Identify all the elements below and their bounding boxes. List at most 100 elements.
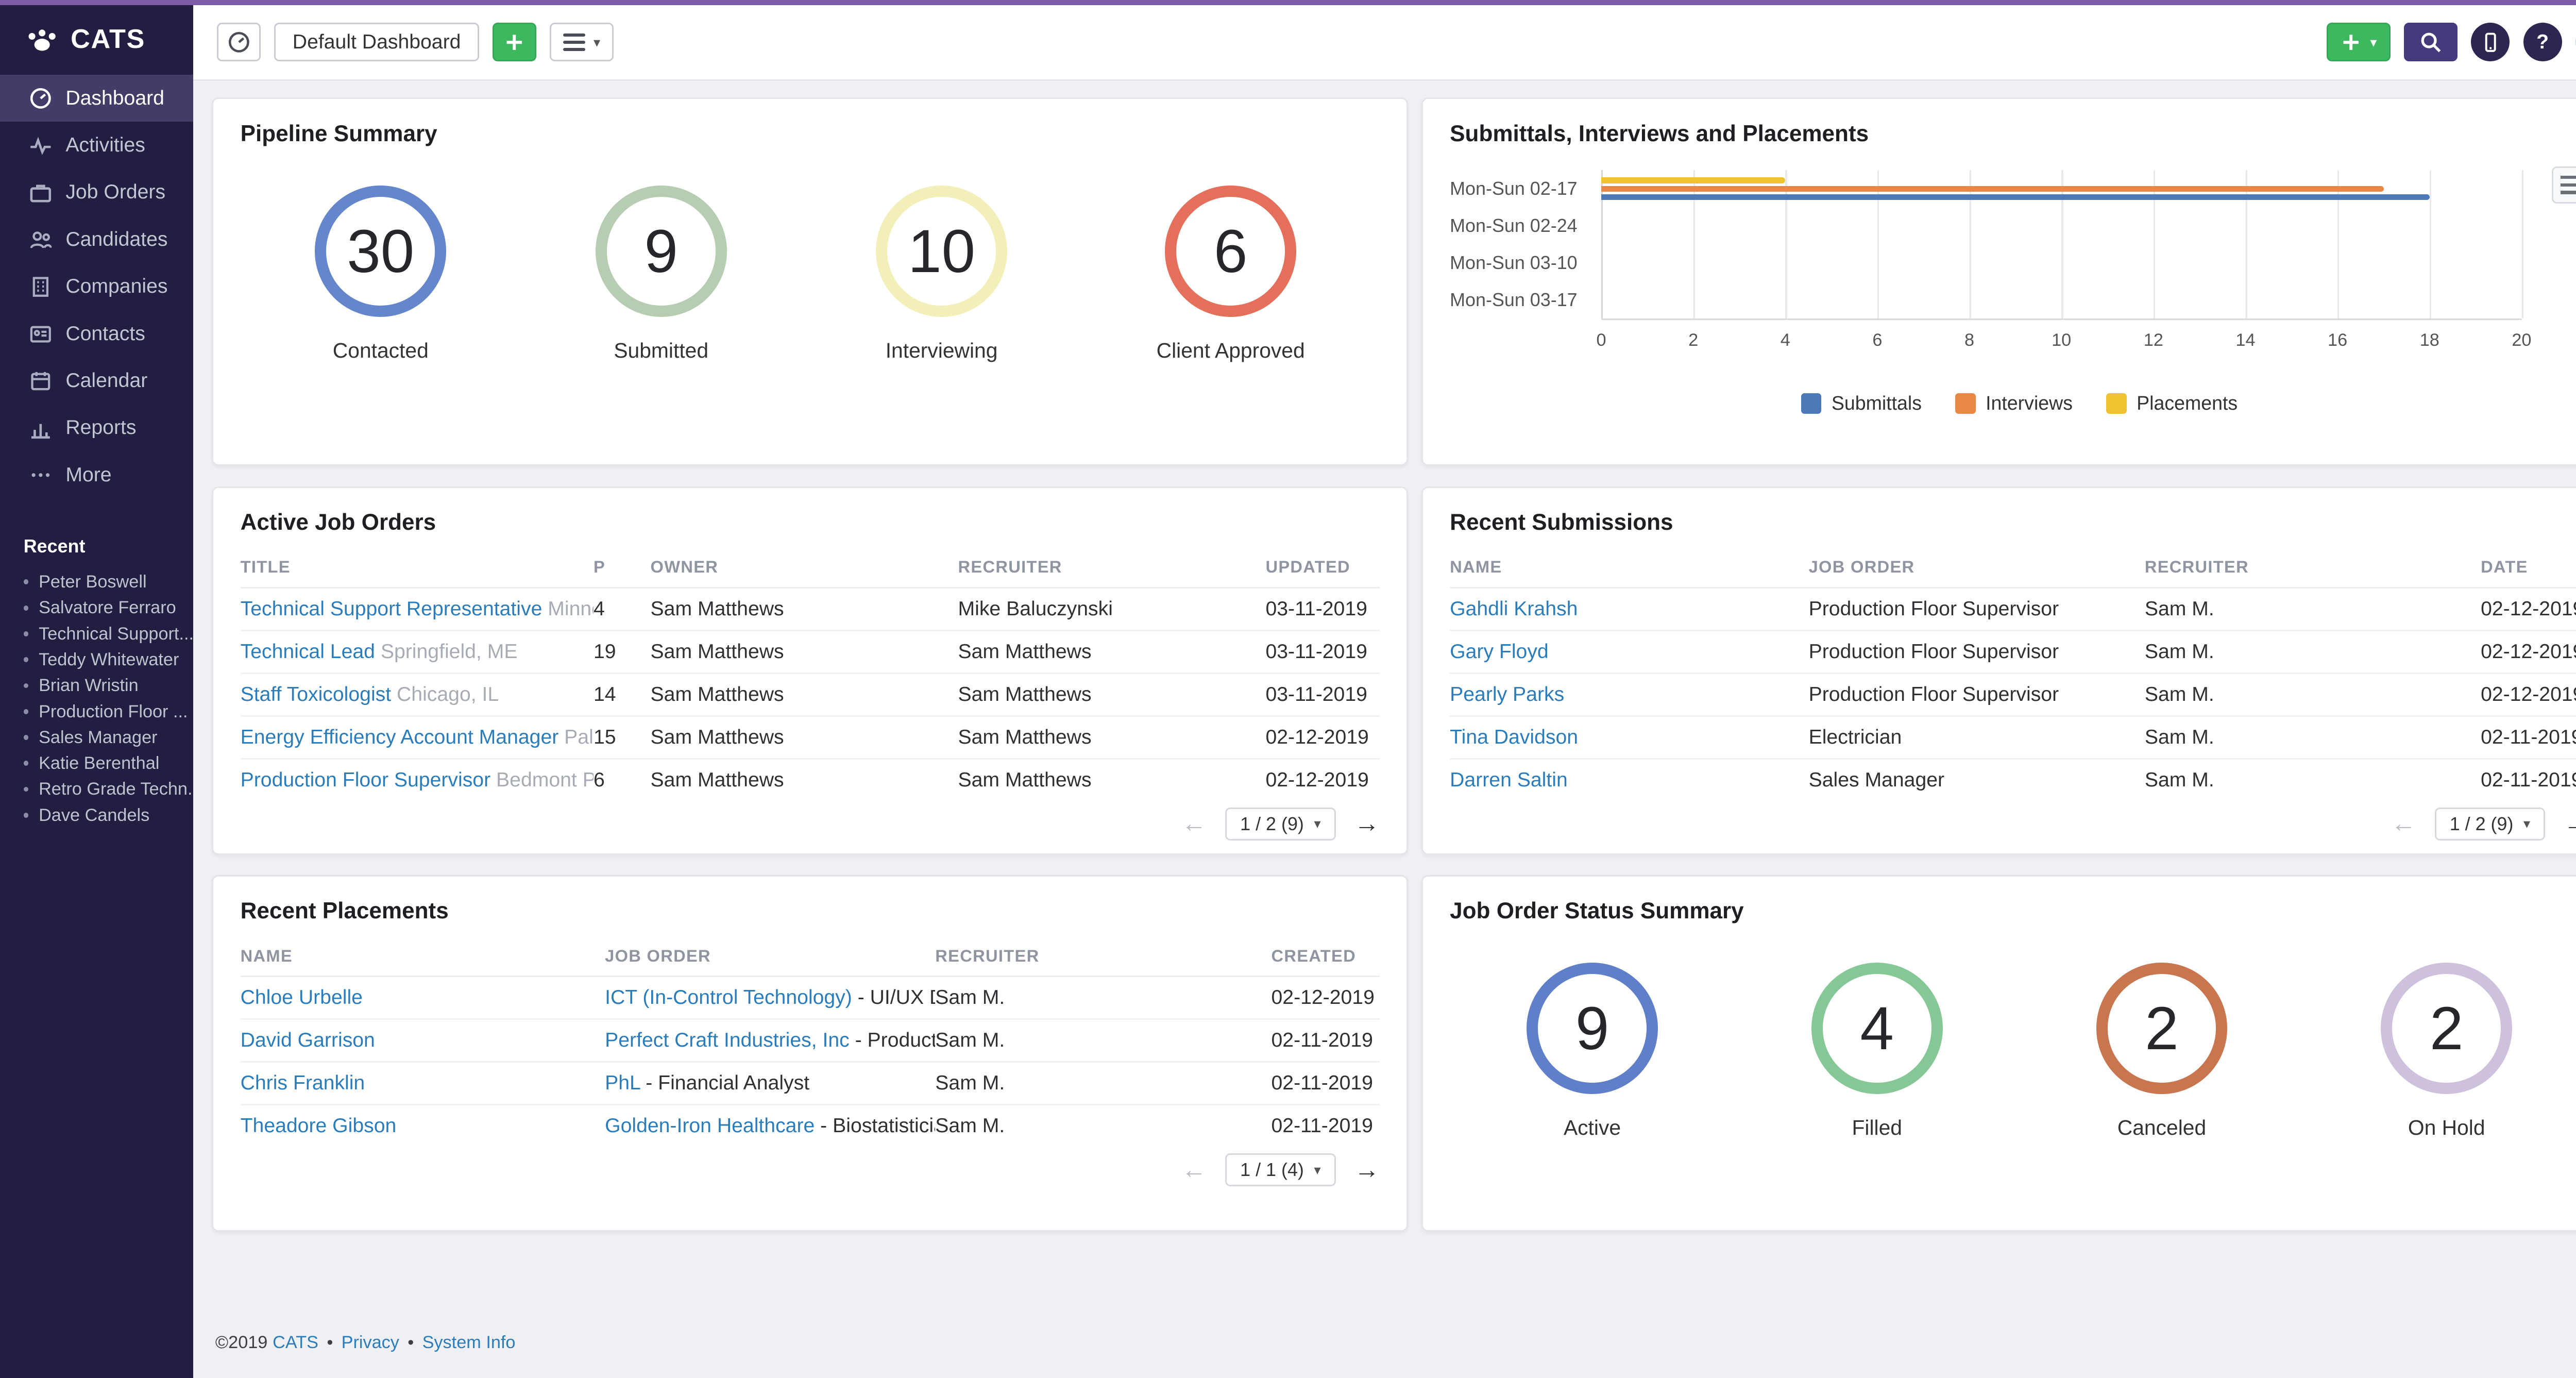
- recent-item[interactable]: Teddy Whitewater: [23, 647, 194, 673]
- job-order-link[interactable]: Energy Efficiency Account Manager: [241, 726, 559, 748]
- add-dashboard-panel-button[interactable]: [493, 23, 537, 62]
- sidebar-item-more[interactable]: More: [0, 451, 193, 498]
- dashboard-gauge-button[interactable]: [217, 23, 261, 62]
- recent-item[interactable]: Brian Wristin: [23, 673, 194, 698]
- submittals-chart-card: Submittals, Interviews and Placements Mo…: [1421, 97, 2576, 466]
- company-link[interactable]: Perfect Craft Industries, Inc: [605, 1029, 850, 1051]
- table-row: Energy Efficiency Account Manager Palo A…: [240, 716, 1380, 760]
- sidebar-item-dashboard[interactable]: Dashboard: [0, 74, 194, 122]
- column-header: OWNER: [650, 547, 958, 589]
- sidebar-item-calendar[interactable]: Calendar: [0, 357, 193, 404]
- job-order-cell: Production Floor Supervisor: [1808, 673, 2145, 717]
- chart-plot: [1601, 170, 2523, 321]
- company-link[interactable]: PhL: [605, 1072, 640, 1094]
- pagination-page-select[interactable]: 1 / 1 (4) ▾: [1225, 1153, 1336, 1187]
- default-dashboard-button[interactable]: Default Dashboard: [274, 23, 480, 62]
- bullet-dot: [23, 812, 29, 818]
- pagination-prev-button[interactable]: ←: [1181, 1157, 1207, 1183]
- job-location: Chicago, IL: [397, 683, 499, 705]
- search-button[interactable]: [2403, 23, 2458, 62]
- created-cell: 02-11-2019: [1271, 1019, 1380, 1063]
- job-order-status-stats: 9 Active 4 Filled 2 Canceled 2 On Hold: [1450, 963, 2576, 1140]
- recent-item[interactable]: Dave Candels: [23, 802, 194, 828]
- legend-swatch: [2106, 393, 2127, 414]
- pagination-next-button[interactable]: →: [2564, 811, 2576, 836]
- stat-ring: 10: [876, 185, 1007, 317]
- candidate-link[interactable]: Tina Davidson: [1450, 726, 1578, 748]
- card-title: Submittals, Interviews and Placements: [1450, 121, 1869, 146]
- sidebar-item-contacts[interactable]: Contacts: [0, 310, 193, 357]
- separator: •: [408, 1332, 414, 1352]
- help-button[interactable]: ?: [2523, 23, 2562, 62]
- candidate-link[interactable]: Gary Floyd: [1450, 641, 1549, 663]
- pagination-next-button[interactable]: →: [1354, 1157, 1380, 1183]
- sidebar-item-companies[interactable]: Companies: [0, 263, 193, 310]
- job-order-link[interactable]: Technical Lead: [241, 641, 375, 663]
- quick-add-button[interactable]: ▾: [2326, 23, 2391, 62]
- sidebar: CATS Dashboard Activities Job Orders Can…: [0, 5, 194, 1378]
- candidate-link[interactable]: Chloe Urbelle: [241, 986, 363, 1009]
- pagination-prev-button[interactable]: ←: [1181, 811, 1207, 836]
- pagination-next-button[interactable]: →: [1354, 811, 1380, 836]
- app-logo[interactable]: CATS: [0, 5, 193, 75]
- legend-item-submittals[interactable]: Submittals: [1801, 392, 1922, 414]
- recent-item[interactable]: Sales Manager: [23, 725, 194, 750]
- recent-item[interactable]: Katie Berenthal: [23, 750, 194, 776]
- pagination-page-select[interactable]: 1 / 2 (9) ▾: [1225, 807, 1336, 841]
- pagination-page-select[interactable]: 1 / 2 (9) ▾: [2434, 807, 2546, 841]
- recent-item[interactable]: Production Floor ...: [23, 699, 194, 725]
- dashboard-options-button[interactable]: ▾: [550, 23, 614, 62]
- card-title: Recent Submissions: [1450, 509, 1673, 535]
- recent-item[interactable]: Salvatore Ferraro: [23, 595, 194, 620]
- stat-ring: 9: [1527, 963, 1658, 1094]
- pagination-prev-button[interactable]: ←: [2391, 811, 2416, 836]
- job-order-link[interactable]: Staff Toxicologist: [241, 683, 392, 705]
- stat-canceled: 2 Canceled: [2096, 963, 2228, 1140]
- candidate-link[interactable]: Chris Franklin: [241, 1072, 365, 1094]
- candidate-link[interactable]: Gahdli Krahsh: [1450, 598, 1578, 620]
- pagination-label: 1 / 2 (9): [2449, 813, 2514, 834]
- legend-item-interviews[interactable]: Interviews: [1955, 392, 2073, 414]
- recent-item[interactable]: Technical Support...: [23, 621, 193, 647]
- pagination-label: 1 / 2 (9): [1240, 813, 1304, 834]
- owner-cell: Sam Matthews: [650, 716, 958, 760]
- phone-button[interactable]: [2471, 23, 2510, 62]
- sidebar-item-candidates[interactable]: Candidates: [0, 216, 193, 263]
- date-cell: 02-12-2019: [2481, 587, 2576, 631]
- footer-link-cats[interactable]: CATS: [273, 1333, 318, 1352]
- app-logo-text: CATS: [71, 24, 145, 54]
- table-row: Technical Support Representative Minneap…: [240, 587, 1380, 631]
- chart-x-axis: 0 2 4 6 8 10 12 14 16 18 20: [1596, 330, 2532, 350]
- dashboard-grid: Pipeline Summary 30 Contacted 9 Submitte…: [212, 97, 2576, 1232]
- recent-item[interactable]: Peter Boswell: [23, 569, 194, 595]
- job-location: Minneapoli: [548, 597, 594, 620]
- candidate-link[interactable]: David Garrison: [241, 1029, 375, 1051]
- candidate-link[interactable]: Theadore Gibson: [241, 1115, 397, 1137]
- recent-item[interactable]: Retro Grade Techn...: [23, 776, 193, 802]
- job-order-link[interactable]: Technical Support Representative: [241, 598, 543, 620]
- column-header: CREATED: [1271, 936, 1380, 978]
- stat-label: Client Approved: [1156, 338, 1305, 362]
- job-order-link[interactable]: Production Floor Supervisor: [241, 769, 491, 791]
- sidebar-item-job-orders[interactable]: Job Orders: [0, 169, 193, 216]
- company-link[interactable]: ICT (In-Control Technology): [605, 986, 852, 1009]
- topbar-left-group: Default Dashboard ▾: [217, 23, 614, 62]
- stat-label: Interviewing: [885, 338, 998, 362]
- pipeline-count: 6: [594, 768, 605, 791]
- building-icon: [29, 275, 53, 298]
- recruiter-cell: Sam M.: [2144, 768, 2214, 791]
- sidebar-item-activities[interactable]: Activities: [0, 122, 193, 169]
- sidebar-item-reports[interactable]: Reports: [0, 405, 193, 451]
- separator: •: [327, 1332, 333, 1352]
- candidate-link[interactable]: Pearly Parks: [1450, 683, 1564, 705]
- footer-link-system-info[interactable]: System Info: [422, 1333, 516, 1352]
- sidebar-item-label: Candidates: [65, 228, 168, 250]
- card-title: Recent Placements: [240, 898, 449, 924]
- legend-item-placements[interactable]: Placements: [2106, 392, 2238, 414]
- candidate-link[interactable]: Darren Saltin: [1450, 769, 1568, 791]
- company-link[interactable]: Golden-Iron Healthcare: [605, 1115, 815, 1137]
- stat-ring: 9: [595, 185, 727, 317]
- active-job-orders-table: TITLE P OWNER RECRUITER UPDATED Technica…: [240, 547, 1380, 801]
- footer-link-privacy[interactable]: Privacy: [342, 1333, 399, 1352]
- bullet-dot: [23, 683, 29, 688]
